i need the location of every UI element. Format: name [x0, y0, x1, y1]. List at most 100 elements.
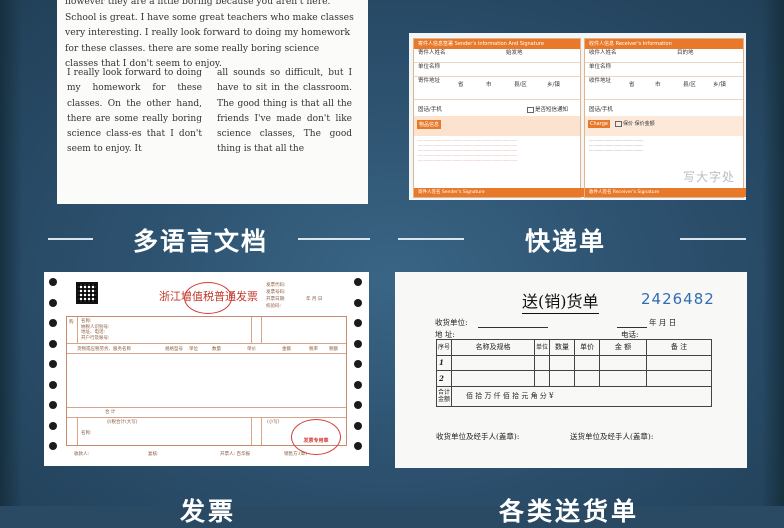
express-big-text-area: 写大字处	[682, 170, 735, 184]
invoice-issuer: 开票人: 百华报	[220, 452, 250, 457]
divider-line	[398, 238, 464, 240]
col-notes: 备 注	[646, 339, 712, 356]
express-city-label: 市	[486, 82, 492, 88]
invoice-col-price: 单价	[247, 347, 256, 352]
invoice-seller-seal: 销售方:(章)	[284, 452, 308, 457]
express-address-label: 寄件地址	[418, 78, 441, 84]
invoice-col-spec: 规格型号	[165, 347, 183, 352]
invoice-total-lower: (小写)	[267, 420, 280, 425]
buyer-mark: 购	[69, 320, 74, 325]
express-row-address: 寄件地址 省 市 县/区 乡/镇	[414, 77, 580, 100]
express-receiver-city: 市	[655, 82, 661, 88]
express-sms-label: 是否短信通知	[535, 107, 569, 113]
delivery-note-sample: 送(销)货单 2426482 收货单位: 年 月 日 地 址: 电话: 序号 名…	[395, 272, 747, 468]
express-receiver-province: 省	[629, 82, 635, 88]
express-destination-label: 目的地	[677, 50, 694, 56]
qr-code-icon	[76, 282, 98, 304]
tractor-holes-left	[49, 278, 59, 463]
delivery-note-number: 2426482	[641, 290, 715, 308]
divider-line	[298, 238, 370, 240]
section-label-invoice: 发票	[180, 497, 237, 526]
express-sender-name-label: 寄件人姓名	[418, 50, 446, 56]
express-county-label: 县/区	[514, 82, 527, 88]
invoice-total-row: 合 计	[105, 410, 116, 415]
express-package-block: 物品信息	[414, 116, 580, 136]
express-charge-tag: Charge	[588, 120, 610, 128]
express-receiver-county: 县/区	[683, 82, 696, 88]
express-receiver-header: 收件人信息 Receiver's Information	[585, 39, 743, 49]
invoice-meta: 发票代码: 发票号码: 开票日期: 校验码:	[266, 282, 286, 310]
invoice-date-fields: 年 月 日	[306, 297, 323, 302]
express-payment-text: ········································…	[589, 139, 644, 153]
supervision-seal-icon	[184, 282, 232, 314]
delivery-items-table: 序号 名称及规格 单位 数量 单价 金 额 备 注 1 2 合计金额 佰 拾 万…	[436, 339, 712, 407]
invoice-col-amount: 金额	[282, 347, 291, 352]
delivery-receiver-unit-line	[478, 327, 548, 328]
total-amount-words: 佰 拾 万 仟 佰 拾 元 角 分 ¥	[451, 385, 712, 407]
section-label-multilingual-document: 多语言文档	[133, 227, 269, 256]
section-label-delivery-note: 各类送货单	[499, 497, 640, 526]
row-index: 1	[436, 354, 452, 371]
express-province-label: 省	[458, 82, 464, 88]
document-column-left: I really look forward to doing my homewo…	[67, 68, 202, 155]
col-amount: 金 额	[599, 339, 647, 356]
invoice-seal-text: 发票专用章	[303, 438, 329, 444]
delivery-receiver-signature: 收货单位及经手人(盖章):	[436, 432, 520, 441]
express-row-receiver-address: 收件地址 省 市 县/区 乡/镇	[585, 77, 743, 100]
invoice-sample: 浙江增值税普通发票 发票代码: 发票号码: 开票日期: 校验码: 年 月 日 购…	[44, 272, 369, 466]
express-origin-label: 始发地	[506, 50, 523, 56]
table-row: 2	[436, 370, 712, 387]
express-row-receiver-company: 单位名称	[585, 63, 743, 77]
invoice-code-label: 发票代码:	[266, 283, 286, 288]
col-unit: 单位	[534, 339, 550, 356]
row-index: 2	[436, 370, 452, 387]
express-row-sender-name: 寄件人姓名 始发地	[414, 49, 580, 63]
col-unit-price: 单价	[574, 339, 600, 356]
express-package-label: 物品信息	[417, 120, 442, 129]
express-sender-header: 寄件人信息签署 Sender's Information And Signatu…	[414, 39, 580, 49]
table-total-row: 合计金额 佰 拾 万 仟 佰 拾 元 角 分 ¥	[436, 385, 712, 407]
express-receiver-town: 乡/镇	[713, 82, 726, 88]
express-phone-label: 固话/手机	[418, 107, 442, 113]
col-name-spec: 名称及规格	[451, 339, 535, 356]
express-receiver-signature: 收件人签名 Receiver's Signature	[585, 188, 746, 197]
invoice-col-goods: 货物或应税劳务、服务名称	[77, 347, 131, 352]
invoice-date-label: 开票日期:	[266, 297, 286, 302]
invoice-col-qty: 数量	[212, 347, 221, 352]
invoice-seller-fields: 名称:	[81, 430, 92, 436]
express-insure-label: 保价 保价金额	[623, 121, 655, 127]
express-waybill-sample: 寄件人信息签署 Sender's Information And Signatu…	[409, 33, 746, 200]
invoice-col-tax: 税额	[329, 347, 338, 352]
seller-name-label: 名称:	[81, 431, 92, 436]
multilingual-document-sample: however they are a little boring because…	[57, 0, 368, 204]
express-receiver-phone-label: 固话/手机	[589, 107, 613, 113]
invoice-check-label: 校验码:	[266, 304, 282, 309]
delivery-sender-signature: 送货单位及经手人(盖章):	[570, 432, 654, 441]
invoice-seal-icon: 发票专用章	[291, 419, 341, 455]
invoice-col-unit: 单位	[189, 347, 198, 352]
express-sender-section: 寄件人信息签署 Sender's Information And Signatu…	[413, 38, 584, 198]
tractor-holes-right	[354, 278, 364, 463]
express-receiver-company-label: 单位名称	[589, 64, 612, 70]
express-terms-text: ········································…	[418, 139, 518, 163]
express-payment-block: Charge 保价 保价金额	[585, 116, 743, 136]
table-header-row: 序号 名称及规格 单位 数量 单价 金 额 备 注	[436, 339, 712, 356]
express-town-label: 乡/镇	[547, 82, 560, 88]
section-label-express: 快递单	[525, 227, 607, 256]
express-receiver-name-label: 收件人姓名	[589, 50, 617, 56]
invoice-reviewer: 复核:	[148, 452, 159, 457]
document-column-right: all sounds so difficult, but I have to s…	[217, 68, 352, 155]
express-row-receiver-name: 收件人姓名 目的地	[585, 49, 743, 63]
express-receiver-address-label: 收件地址	[589, 78, 612, 84]
invoice-payee: 收款人:	[74, 452, 90, 457]
delivery-note-title: 送(销)货单	[522, 288, 599, 314]
document-paragraph: however they are a little boring because…	[65, 0, 354, 69]
divider-line	[680, 238, 746, 240]
invoice-col-taxrate: 税率	[309, 347, 318, 352]
express-company-label: 单位名称	[418, 64, 441, 70]
buyer-bank-label: 开户行及账号:	[81, 335, 110, 341]
invoice-number-label: 发票号码:	[266, 290, 286, 295]
express-receiver-section: 收件人信息 Receiver's Information 收件人姓名 目的地 单…	[584, 38, 746, 198]
invoice-buyer-fields: 名称: 纳税人识别号: 地址、电话: 开户行及账号:	[81, 319, 110, 341]
delivery-date-line	[617, 327, 647, 328]
